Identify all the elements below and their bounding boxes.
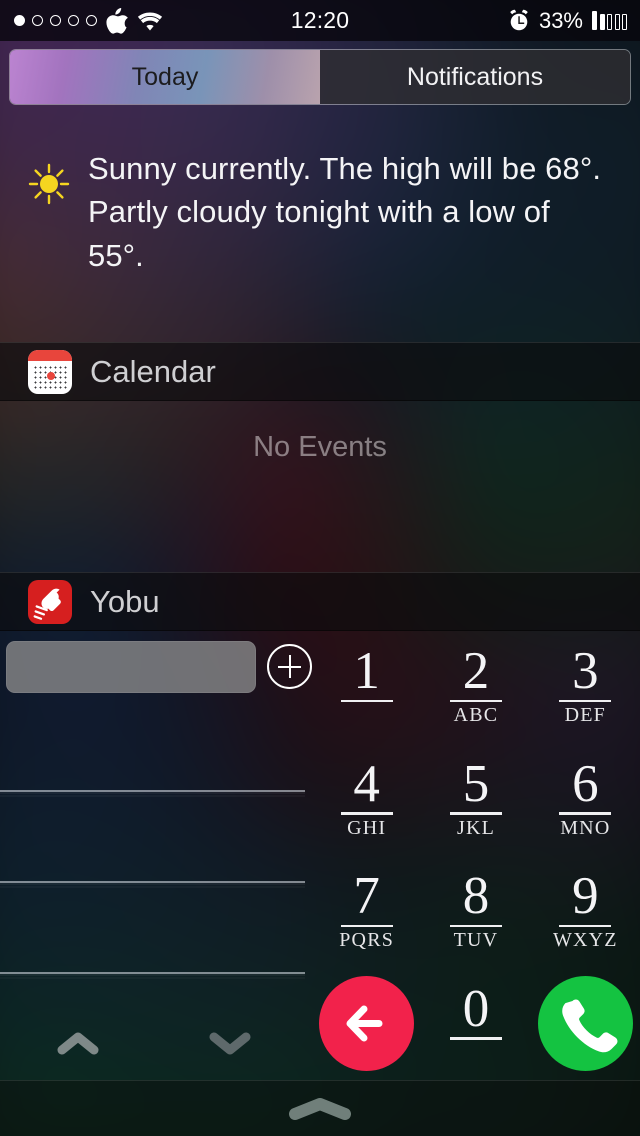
chevron-up-grabber-icon <box>287 1097 353 1120</box>
tab-today-label: Today <box>131 62 199 91</box>
calendar-icon-today-dot <box>47 371 55 380</box>
keypad-back-button-cell <box>312 968 421 1081</box>
dial-keypad: 1 2 ABC 3 DEF 4 GHI 5 JKL 6 MNO 7 PQRS 8… <box>312 630 640 1080</box>
keypad-key-8-letters: TUV <box>453 929 499 952</box>
status-bar: 12:20 33% <box>0 0 640 41</box>
yobu-section-header[interactable]: Yobu <box>0 572 640 631</box>
keypad-key-4[interactable]: 4 GHI <box>312 743 421 856</box>
keypad-key-2-letters: ABC <box>453 704 499 727</box>
keypad-key-8[interactable]: 8 TUV <box>421 855 530 968</box>
chevron-up-icon[interactable] <box>56 1030 100 1056</box>
notification-center-screen: 12:20 33% Today Notifications Sunny curr… <box>0 0 640 1136</box>
phone-handset-icon[interactable] <box>537 976 633 1072</box>
keypad-key-8-rule <box>449 924 502 928</box>
keypad-key-2-digit: 2 <box>462 642 490 701</box>
keypad-key-2-rule <box>449 699 502 703</box>
status-bar-clock: 12:20 <box>290 7 350 33</box>
yobu-left-panel <box>0 630 312 1080</box>
segmented-tab-bar: Today Notifications <box>9 49 631 105</box>
calendar-icon-header-bar <box>28 349 72 361</box>
keypad-key-4-digit: 4 <box>353 754 380 813</box>
keypad-key-4-rule <box>340 812 393 815</box>
tab-today[interactable]: Today <box>10 50 320 104</box>
calendar-section-header[interactable]: Calendar <box>0 342 640 401</box>
yobu-app-icon <box>28 579 72 624</box>
tab-notifications[interactable]: Notifications <box>320 50 630 104</box>
plus-vertical-stroke <box>288 655 292 678</box>
phone-number-input[interactable] <box>6 641 256 693</box>
calendar-empty-label: No Events <box>253 431 387 463</box>
keypad-key-0-rule <box>449 1037 502 1040</box>
keypad-key-7-letters: PQRS <box>339 929 395 952</box>
chevron-down-icon[interactable] <box>208 1030 252 1056</box>
weather-widget[interactable]: Sunny currently. The high will be 68°. P… <box>0 119 640 334</box>
yobu-dialer-widget: 1 2 ABC 3 DEF 4 GHI 5 JKL 6 MNO 7 PQRS 8… <box>0 630 640 1080</box>
keypad-key-2[interactable]: 2 ABC <box>421 630 530 743</box>
keypad-key-9-digit: 9 <box>572 867 599 926</box>
keypad-key-5-rule <box>449 812 502 815</box>
keypad-key-7[interactable]: 7 PQRS <box>312 855 421 968</box>
keypad-key-6-letters: MNO <box>560 816 611 839</box>
keypad-key-1-rule <box>340 699 393 703</box>
keypad-key-6-rule <box>559 812 612 815</box>
keypad-key-3[interactable]: 3 DEF <box>531 630 640 743</box>
tab-notifications-label: Notifications <box>406 62 544 91</box>
keypad-key-6[interactable]: 6 MNO <box>531 743 640 856</box>
keypad-key-7-rule <box>340 924 393 928</box>
calendar-app-icon <box>28 349 72 394</box>
contact-row-divider-2 <box>0 881 305 883</box>
plus-circle-icon[interactable] <box>267 644 312 689</box>
keypad-key-9-rule <box>559 924 612 928</box>
keypad-key-1-digit: 1 <box>353 642 380 701</box>
keypad-key-8-digit: 8 <box>462 867 490 926</box>
keypad-key-3-rule <box>559 699 612 703</box>
keypad-call-button-cell <box>531 968 640 1081</box>
contact-row-divider-3 <box>0 972 305 974</box>
weather-forecast-text: Sunny currently. The high will be 68°. P… <box>88 151 602 273</box>
keypad-key-0[interactable]: 0 <box>421 968 530 1081</box>
keypad-key-0-digit: 0 <box>462 979 490 1038</box>
sun-icon <box>26 161 72 207</box>
yobu-section-title: Yobu <box>90 583 160 619</box>
keypad-key-3-digit: 3 <box>572 642 599 701</box>
keypad-key-7-digit: 7 <box>353 867 380 926</box>
keypad-key-5-letters: JKL <box>456 816 496 839</box>
contact-row-divider-1 <box>0 790 305 792</box>
keypad-key-3-letters: DEF <box>564 704 607 727</box>
keypad-key-9[interactable]: 9 WXYZ <box>531 855 640 968</box>
keypad-key-5[interactable]: 5 JKL <box>421 743 530 856</box>
calendar-widget-body: No Events <box>0 400 640 565</box>
keypad-key-9-letters: WXYZ <box>552 929 618 952</box>
keypad-key-6-digit: 6 <box>572 754 599 813</box>
arrow-left-icon[interactable] <box>319 976 415 1072</box>
keypad-key-1[interactable]: 1 <box>312 630 421 743</box>
keypad-key-4-letters: GHI <box>347 816 387 839</box>
keypad-key-5-digit: 5 <box>462 754 490 813</box>
calendar-section-title: Calendar <box>90 353 216 389</box>
notification-center-grabber-bar[interactable] <box>0 1080 640 1136</box>
